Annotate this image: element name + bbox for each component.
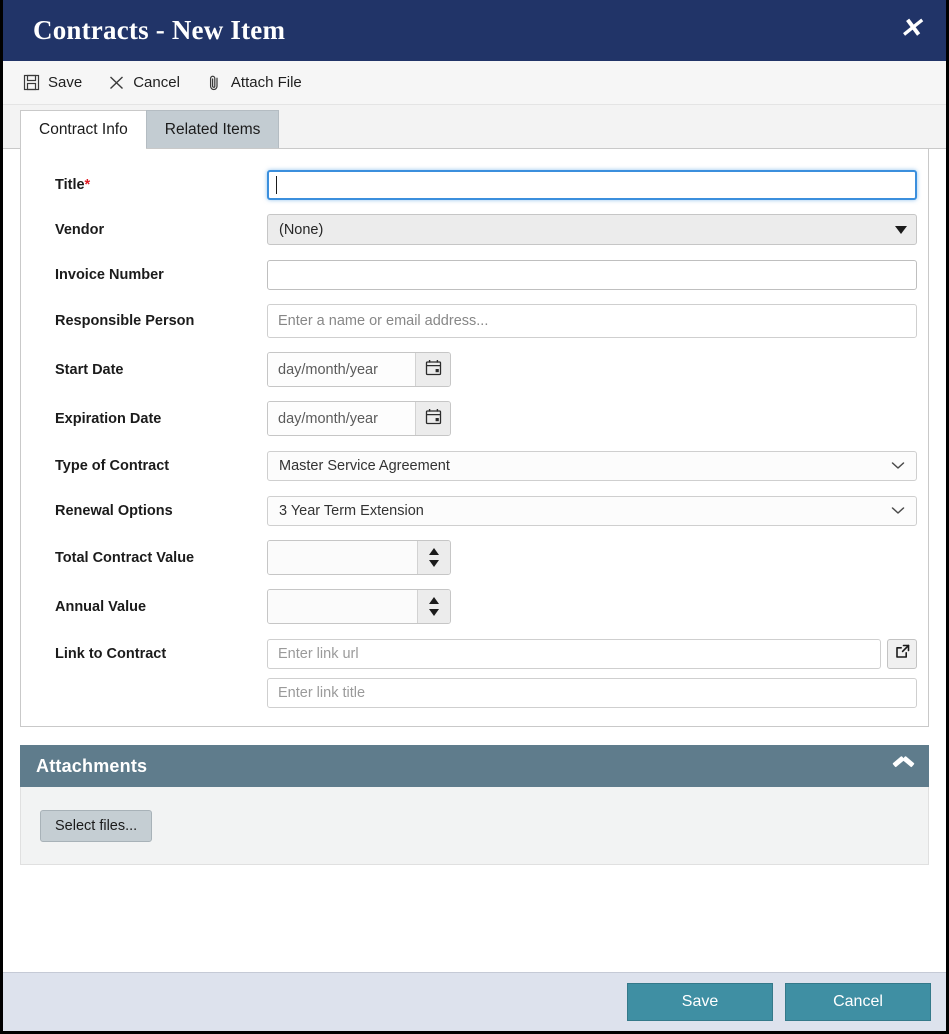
tab-related-items-label: Related Items bbox=[164, 120, 261, 138]
annual-value-input[interactable] bbox=[268, 590, 417, 623]
close-icon[interactable]: ✕ bbox=[889, 11, 932, 50]
footer-cancel-button[interactable]: Cancel bbox=[785, 983, 931, 1021]
tab-contract-info-label: Contract Info bbox=[39, 121, 128, 138]
field-type-of-contract: Type of Contract Master Service Agreemen… bbox=[21, 450, 928, 481]
expiration-date-box: day/month/year bbox=[267, 401, 451, 436]
total-contract-value-stepper[interactable] bbox=[417, 541, 450, 574]
field-type-of-contract-label: Type of Contract bbox=[55, 457, 170, 474]
field-responsible-person-label: Responsible Person bbox=[55, 313, 195, 329]
attach-file-button[interactable]: Attach File bbox=[206, 74, 302, 92]
paperclip-icon bbox=[206, 74, 223, 92]
command-bar: Save Cancel Attach File bbox=[3, 61, 946, 105]
save-button-label: Save bbox=[48, 74, 83, 91]
footer-save-button[interactable]: Save bbox=[627, 983, 773, 1021]
save-disk-icon bbox=[23, 74, 40, 91]
tab-related-items[interactable]: Related Items bbox=[145, 110, 280, 148]
vendor-lookup[interactable]: (None) bbox=[267, 214, 917, 245]
cancel-button[interactable]: Cancel bbox=[108, 74, 180, 91]
external-link-icon bbox=[894, 643, 911, 665]
title-input[interactable] bbox=[267, 169, 917, 200]
content-spacer bbox=[3, 865, 946, 972]
text-cursor bbox=[276, 175, 277, 194]
calendar-icon bbox=[425, 408, 442, 430]
link-url-placeholder: Enter link url bbox=[278, 645, 359, 662]
type-of-contract-select[interactable]: Master Service Agreement bbox=[267, 450, 917, 481]
contract-info-form: Title* Vendor (None) Invoice Number Resp… bbox=[20, 149, 929, 727]
chevron-down-icon bbox=[891, 503, 905, 519]
stepper-up-icon[interactable] bbox=[429, 548, 439, 555]
open-link-button[interactable] bbox=[887, 638, 917, 669]
stepper-down-icon[interactable] bbox=[429, 560, 439, 567]
invoice-number-input[interactable] bbox=[267, 259, 917, 290]
renewal-options-value: 3 Year Term Extension bbox=[279, 502, 424, 519]
field-annual-value-label: Annual Value bbox=[55, 598, 147, 615]
renewal-options-select[interactable]: 3 Year Term Extension bbox=[267, 495, 917, 526]
field-expiration-date-label: Expiration Date bbox=[55, 410, 162, 427]
attachments-body: Select files... bbox=[20, 787, 929, 865]
select-files-button[interactable]: Select files... bbox=[40, 809, 153, 842]
field-vendor: Vendor (None) bbox=[21, 214, 928, 245]
field-start-date: Start Date day/month/year bbox=[21, 352, 928, 387]
cancel-button-label: Cancel bbox=[133, 74, 180, 91]
vendor-value: (None) bbox=[279, 221, 324, 238]
attachments-header-label: Attachments bbox=[36, 755, 148, 776]
field-vendor-label: Vendor bbox=[55, 221, 105, 238]
stepper-up-icon[interactable] bbox=[429, 597, 439, 604]
field-invoice-number-label: Invoice Number bbox=[55, 266, 164, 283]
attach-file-button-label: Attach File bbox=[230, 74, 302, 91]
stepper-down-icon[interactable] bbox=[429, 609, 439, 616]
start-date-box: day/month/year bbox=[267, 352, 451, 387]
dialog-footer: Save Cancel bbox=[3, 972, 946, 1031]
chevron-down-icon bbox=[895, 225, 907, 234]
field-title: Title* bbox=[21, 169, 928, 200]
field-link-title: Enter link title bbox=[21, 677, 928, 708]
close-x-icon bbox=[108, 74, 125, 91]
field-title-label: Title* bbox=[55, 176, 91, 193]
annual-value-box bbox=[267, 589, 451, 624]
field-renewal-options: Renewal Options 3 Year Term Extension bbox=[21, 495, 928, 526]
field-link-to-contract-label: Link to Contract bbox=[55, 645, 167, 662]
tab-strip: Contract Info Related Items bbox=[3, 105, 946, 149]
dialog-titlebar: Contracts - New Item ✕ bbox=[3, 0, 946, 61]
responsible-person-placeholder: Enter a name or email address... bbox=[278, 313, 489, 329]
expiration-date-picker-button[interactable] bbox=[415, 402, 450, 435]
chevron-down-icon bbox=[891, 458, 905, 474]
total-contract-value-box bbox=[267, 540, 451, 575]
field-link-to-contract: Link to Contract Enter link url bbox=[21, 638, 928, 669]
calendar-icon bbox=[425, 359, 442, 381]
field-renewal-options-label: Renewal Options bbox=[55, 502, 173, 519]
field-total-contract-value-label: Total Contract Value bbox=[55, 549, 195, 566]
field-invoice-number: Invoice Number bbox=[21, 259, 928, 290]
link-url-input[interactable]: Enter link url bbox=[267, 638, 881, 669]
annual-value-stepper[interactable] bbox=[417, 590, 450, 623]
field-annual-value: Annual Value bbox=[21, 589, 928, 624]
expiration-date-input[interactable]: day/month/year bbox=[268, 402, 415, 435]
page-title: Contracts - New Item bbox=[33, 15, 286, 45]
attachments-section: Attachments Select files... bbox=[20, 745, 929, 865]
responsible-person-input[interactable]: Enter a name or email address... bbox=[267, 304, 917, 338]
link-title-placeholder: Enter link title bbox=[278, 684, 366, 701]
link-title-input[interactable]: Enter link title bbox=[267, 677, 917, 708]
field-responsible-person: Responsible Person Enter a name or email… bbox=[21, 304, 928, 338]
field-expiration-date: Expiration Date day/month/year bbox=[21, 401, 928, 436]
field-total-contract-value: Total Contract Value bbox=[21, 540, 928, 575]
start-date-input[interactable]: day/month/year bbox=[268, 353, 415, 386]
chevron-up-icon[interactable] bbox=[894, 761, 913, 772]
tab-contract-info[interactable]: Contract Info bbox=[20, 110, 146, 149]
start-date-picker-button[interactable] bbox=[415, 353, 450, 386]
total-contract-value-input[interactable] bbox=[268, 541, 417, 574]
new-item-dialog: Contracts - New Item ✕ Save Cancel Attac… bbox=[0, 0, 949, 1034]
type-of-contract-value: Master Service Agreement bbox=[279, 457, 450, 474]
attachments-header[interactable]: Attachments bbox=[20, 745, 929, 787]
required-marker: * bbox=[84, 176, 91, 193]
save-button[interactable]: Save bbox=[23, 74, 82, 91]
field-start-date-label: Start Date bbox=[55, 361, 124, 378]
